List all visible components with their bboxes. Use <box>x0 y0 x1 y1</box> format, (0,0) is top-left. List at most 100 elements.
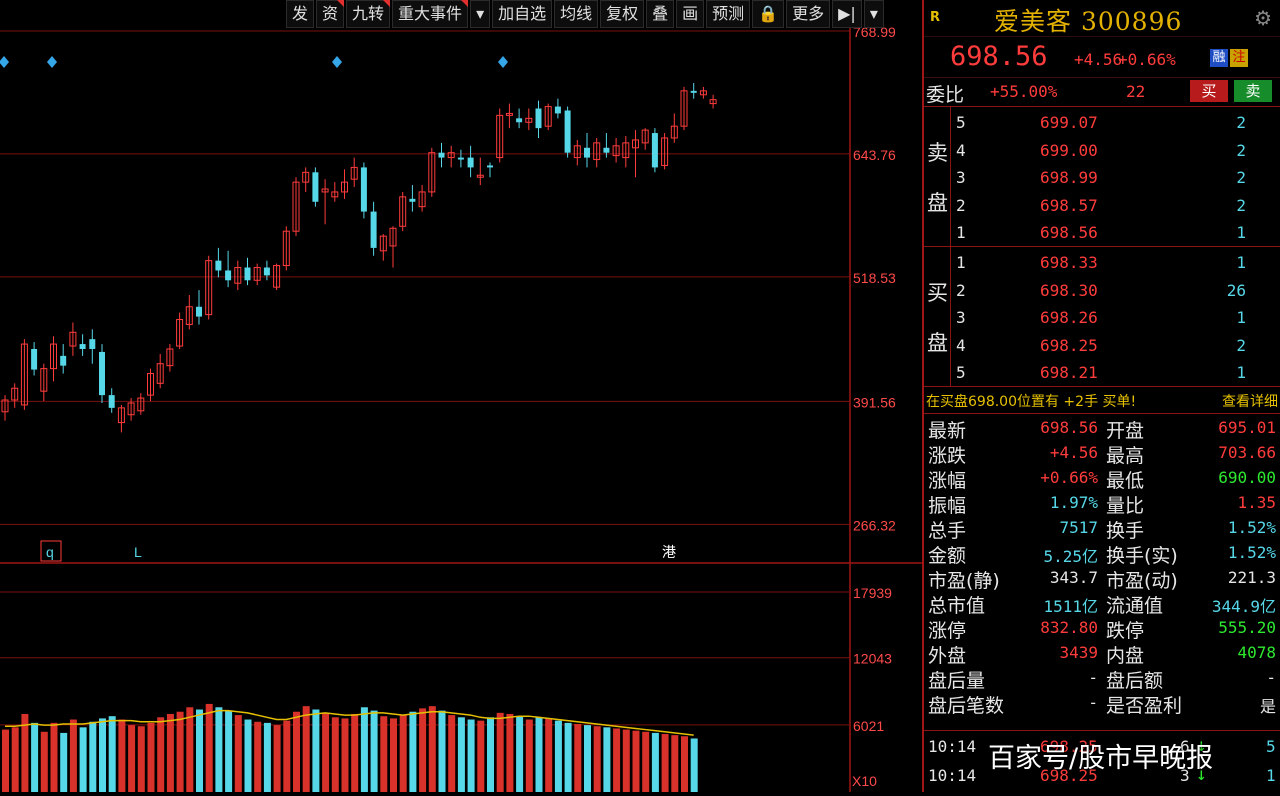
volume-axis-label: 6021 <box>853 718 884 734</box>
toolbar-button-8[interactable]: 叠 <box>646 0 675 28</box>
volume-bar <box>137 726 145 792</box>
volume-bar <box>360 707 368 792</box>
stat-label: 市盈(动) <box>1106 570 1178 592</box>
stat-item: 市盈(动) 221.3 <box>1102 566 1280 592</box>
stock-name-code: 爱美客 300896 <box>994 7 1183 36</box>
candle-body <box>60 355 67 366</box>
volume-bar <box>409 711 417 792</box>
volume-bar <box>467 719 475 792</box>
ask-level-row[interactable]: 3 698.99 2 <box>952 164 1276 192</box>
stat-item: 涨跌 +4.56 <box>924 441 1102 467</box>
bid-price: 698.25 <box>1040 335 1098 355</box>
volume-bar <box>128 725 136 792</box>
toolbar-button-7[interactable]: 复权 <box>600 0 645 28</box>
stat-item: 市盈(静) 343.7 <box>924 566 1102 592</box>
candle-body <box>651 133 658 168</box>
ask-label-char: 盘 <box>927 191 948 215</box>
volume-bar <box>516 716 524 792</box>
volume-bar <box>205 703 213 792</box>
stat-value: 1.97% <box>1049 493 1098 512</box>
toolbar-button-11[interactable]: 🔒 <box>752 0 785 28</box>
volume-bar <box>293 711 300 792</box>
registration-tag[interactable]: 注 <box>1230 49 1248 67</box>
stat-item: 开盘 695.01 <box>1102 416 1280 442</box>
event-marker-icon <box>498 56 508 68</box>
toolbar-button-5[interactable]: 加自选 <box>492 0 553 28</box>
volume-bar <box>399 715 407 792</box>
ask-level-row[interactable]: 4 699.00 2 <box>952 137 1276 165</box>
bid-volume: 26 <box>1226 280 1246 300</box>
view-detail-link[interactable]: 查看详细 <box>1222 391 1278 411</box>
ask-book: 卖 盘 5 699.07 2 4 699.00 2 3 698.99 2 2 698.57 2 1 698… <box>924 107 1280 246</box>
ask-volume: 1 <box>1236 223 1246 242</box>
stat-label: 最高 <box>1106 445 1145 467</box>
toolbar-button-4[interactable]: ▾ <box>470 0 491 28</box>
volume-bar <box>322 712 330 792</box>
toolbar-button-1[interactable]: 资 <box>316 0 345 28</box>
volume-bar <box>642 731 650 792</box>
toolbar-button-13[interactable]: ▶| <box>832 0 862 28</box>
toolbar-button-9[interactable]: 画 <box>676 0 705 28</box>
volume-bar <box>157 717 165 792</box>
toolbar-button-14[interactable]: ▾ <box>863 0 884 28</box>
ask-level-row[interactable]: 1 698.56 1 <box>952 219 1276 247</box>
tick-t: 10:14 <box>928 766 977 785</box>
candle-body <box>225 270 232 281</box>
bid-level-row[interactable]: 1 698.33 1 <box>952 249 1276 277</box>
volume-bar <box>593 726 601 792</box>
quote-panel: R 爱美客 300896 ⚙ 698.56 +4.56 +0.66% 融 注 委… <box>922 0 1280 792</box>
stat-item: 量比 1.35 <box>1102 491 1280 517</box>
stat-label: 涨停 <box>928 620 967 642</box>
stat-item: 换手(实) 1.52% <box>1102 541 1280 567</box>
gear-icon[interactable]: ⚙ <box>1254 6 1272 30</box>
stat-value: - <box>1088 693 1098 712</box>
ask-level-row[interactable]: 2 698.57 2 <box>952 192 1276 220</box>
volume-bar <box>60 732 68 792</box>
bid-price: 698.26 <box>1040 308 1098 327</box>
stat-value: 是 <box>1259 697 1276 716</box>
bid-level-row[interactable]: 5 698.21 1 <box>952 359 1276 387</box>
ask-level-row[interactable]: 5 699.07 2 <box>952 109 1276 137</box>
margin-tag[interactable]: 融 <box>1210 49 1228 67</box>
toolbar-button-12[interactable]: 更多 <box>786 0 831 28</box>
volume-bar <box>661 734 669 792</box>
volume-bar <box>273 725 281 792</box>
toolbar-button-6[interactable]: 均线 <box>554 0 599 28</box>
toolbar-button-2[interactable]: 九转 <box>346 0 391 28</box>
volume-bar <box>283 720 291 792</box>
volume-bar <box>690 738 698 792</box>
volume-axis-label: 12043 <box>853 651 892 667</box>
candle-body <box>79 344 86 349</box>
toolbar-button-3[interactable]: 重大事件 <box>392 0 469 28</box>
volume-bar <box>118 719 126 792</box>
candle-body <box>409 198 416 202</box>
toolbar-button-10[interactable]: 预测 <box>706 0 751 28</box>
stat-value: 698.56 <box>1040 418 1098 437</box>
candle-body <box>89 339 96 349</box>
stat-item: 换手 1.52% <box>1102 516 1280 542</box>
bid-volume: 1 <box>1236 308 1246 327</box>
bid-level-row[interactable]: 4 698.25 2 <box>952 332 1276 360</box>
bid-level-row[interactable]: 2 698.30 26 <box>952 277 1276 305</box>
candle-body <box>360 167 367 212</box>
last-price: 698.56 <box>950 41 1048 72</box>
stock-title-bar: R 爱美客 300896 ⚙ <box>924 0 1280 37</box>
kline-chart[interactable]: 768.99643.76518.53391.56266.321793912043… <box>0 0 922 792</box>
volume-bar <box>487 717 494 792</box>
stat-label: 总市值 <box>928 595 986 617</box>
candle-body <box>516 118 523 123</box>
kline-chart-area[interactable]: 768.99 643.76 518.53 391.56 266.32 17939 12043… <box>0 0 922 792</box>
sell-button[interactable]: 卖 <box>1234 80 1272 102</box>
candle-body <box>584 147 590 158</box>
stat-value: 832.80 <box>1040 618 1098 637</box>
bid-level-row[interactable]: 3 698.26 1 <box>952 304 1276 332</box>
quote-stats: 最新 698.56 开盘 695.01 涨跌 +4.56 最高 703.66 涨幅 +0.66% 最… <box>924 414 1280 717</box>
buy-button[interactable]: 买 <box>1190 80 1228 102</box>
price-axis-label: 518.53 <box>853 270 896 286</box>
bid-level: 1 <box>956 253 966 272</box>
ask-price: 698.99 <box>1040 168 1098 187</box>
volume-bars <box>2 703 698 792</box>
toolbar-button-0[interactable]: 发 <box>286 0 315 28</box>
volume-bar <box>496 712 504 792</box>
volume-bar <box>554 720 562 792</box>
